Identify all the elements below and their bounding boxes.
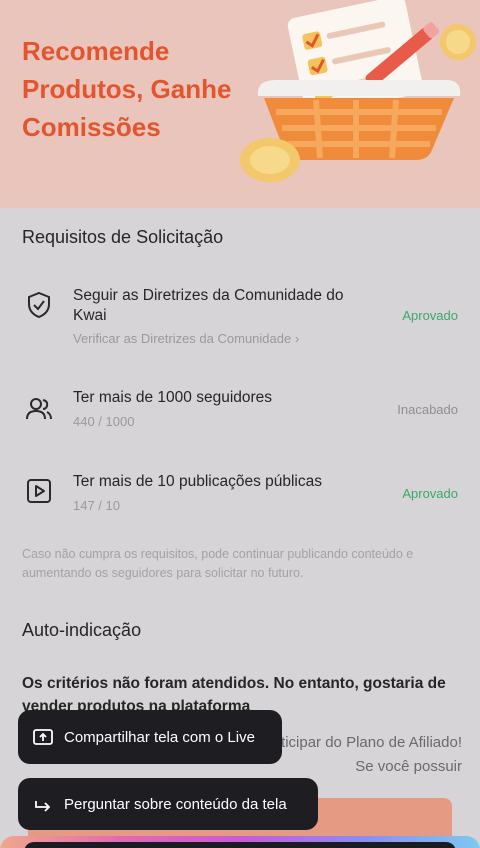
share-screen-live-button[interactable]: Compartilhar tela com o Live <box>18 710 282 764</box>
hero-banner: Recomende Produtos, Ganhe Comissões <box>0 0 480 208</box>
auto-section-title: Auto-indicação <box>22 620 142 640</box>
requirement-title: Ter mais de 1000 seguidores <box>73 389 273 406</box>
screen-share-icon <box>33 729 53 745</box>
requirements-note: Caso não cumpra os requisitos, pode cont… <box>22 547 414 580</box>
guidelines-link[interactable]: Verificar as Diretrizes da Comunidade › <box>73 331 299 346</box>
requirement-progress: 147 / 10 <box>73 498 120 513</box>
assistant-bar[interactable] <box>24 842 456 848</box>
status-badge: Aprovado <box>402 486 458 501</box>
status-badge: Inacabado <box>397 402 458 417</box>
ask-screen-label: Perguntar sobre conteúdo da tela <box>64 795 287 813</box>
share-screen-label: Compartilhar tela com o Live <box>64 728 255 746</box>
requirement-title: Ter mais de 10 publicações públicas <box>73 473 322 490</box>
users-icon <box>26 398 52 420</box>
ask-screen-content-button[interactable]: Perguntar sobre conteúdo da tela <box>18 778 318 830</box>
shopping-basket-illustration <box>240 0 476 182</box>
shield-check-icon <box>28 291 50 319</box>
requirements-section-title: Requisitos de Solicitação <box>22 227 224 247</box>
requirement-title: Seguir as Diretrizes da Comunidade do Kw… <box>73 287 344 324</box>
status-badge: Aprovado <box>402 308 458 323</box>
play-square-icon <box>27 479 51 503</box>
requirement-progress: 440 / 1000 <box>73 414 135 429</box>
forward-arrow-icon <box>35 801 51 812</box>
hero-title: Recomende Produtos, Ganhe Comissões <box>22 36 232 142</box>
